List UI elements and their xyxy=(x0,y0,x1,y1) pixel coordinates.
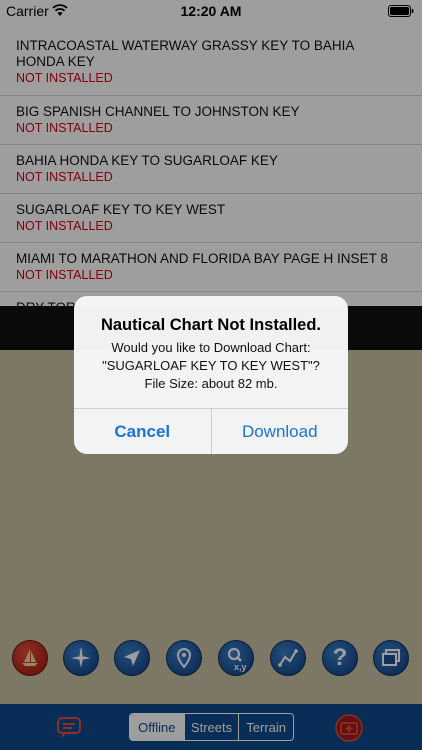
alert-title: Nautical Chart Not Installed. xyxy=(100,316,322,334)
download-chart-alert: Nautical Chart Not Installed. Would you … xyxy=(74,296,348,454)
alert-message-line: File Size: about 82 mb. xyxy=(144,376,278,391)
download-button[interactable]: Download xyxy=(212,409,349,454)
alert-message-line: Would you like to Download Chart: xyxy=(111,340,311,355)
cancel-button[interactable]: Cancel xyxy=(74,409,212,454)
alert-message: Would you like to Download Chart: "SUGAR… xyxy=(74,339,348,393)
alert-message-line: "SUGARLOAF KEY TO KEY WEST"? xyxy=(102,358,320,373)
alert-buttons: Cancel Download xyxy=(74,408,348,454)
app-screen: Carrier 12:20 AM INTRACOASTAL WATERWAY G… xyxy=(0,0,422,750)
